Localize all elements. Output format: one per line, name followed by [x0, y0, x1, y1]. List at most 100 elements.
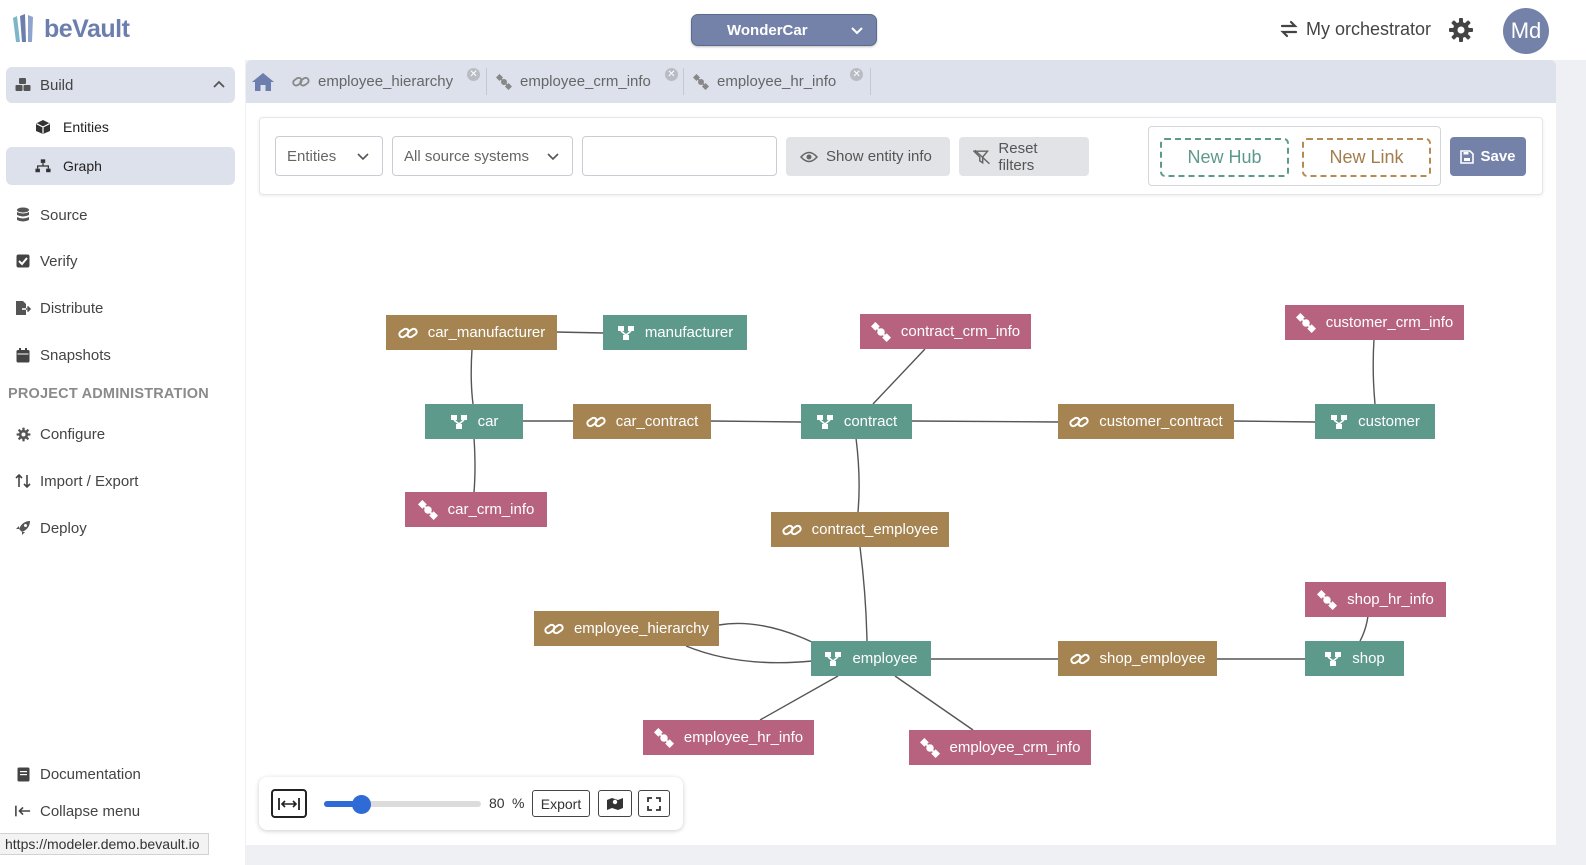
graph-node-manufacturer[interactable]: manufacturer: [603, 315, 747, 350]
node-label: employee: [852, 650, 918, 667]
satellite-icon: [1295, 312, 1316, 333]
fullscreen-button[interactable]: [638, 790, 670, 817]
eye-icon: [800, 151, 818, 162]
minimap-button[interactable]: [598, 790, 632, 817]
expand-icon: [647, 796, 661, 811]
link-icon: [1069, 653, 1090, 664]
graph-node-contract[interactable]: contract: [801, 404, 912, 439]
link-icon: [398, 327, 418, 338]
node-label: contract: [843, 413, 898, 430]
logo-text: beVault: [44, 14, 130, 43]
entity-type-select[interactable]: Entities: [275, 136, 383, 176]
chevron-down-icon: [357, 153, 369, 161]
graph-node-car[interactable]: car: [425, 404, 523, 439]
source-system-value: All source systems: [404, 147, 530, 165]
show-entity-info-button[interactable]: Show entity info: [786, 137, 950, 176]
tab-divider: [486, 68, 487, 95]
graph-node-employee-crm-info[interactable]: employee_crm_info: [909, 730, 1091, 765]
search-input[interactable]: [582, 136, 777, 176]
sidebar-item-configure[interactable]: Configure: [6, 416, 235, 452]
sort-arrows-icon: [15, 473, 31, 489]
link-icon: [781, 524, 802, 535]
graph-node-employee[interactable]: employee: [811, 641, 931, 676]
graph-node-car-crm-info[interactable]: car_crm_info: [405, 492, 547, 527]
graph-node-shop[interactable]: shop: [1305, 641, 1404, 676]
close-tab-icon[interactable]: ✕: [467, 68, 481, 81]
node-label: shop_employee: [1099, 650, 1206, 667]
sidebar-item-label: Collapse menu: [40, 802, 141, 820]
section-title-project-administration: PROJECT ADMINISTRATION: [8, 386, 209, 402]
sidebar-item-snapshots[interactable]: Snapshots: [6, 337, 235, 373]
tab-employee-hr-info[interactable]: employee_hr_info ✕: [693, 68, 864, 95]
new-link-button[interactable]: New Link: [1302, 138, 1431, 177]
save-button[interactable]: Save: [1450, 137, 1526, 176]
new-hub-button[interactable]: New Hub: [1160, 138, 1289, 177]
sidebar-item-source[interactable]: Source: [6, 197, 235, 233]
sidebar-item-entities[interactable]: Entities: [6, 109, 235, 145]
node-label: car_manufacturer: [427, 324, 546, 341]
graph-node-shop-employee[interactable]: shop_employee: [1058, 641, 1217, 676]
export-button[interactable]: Export: [532, 790, 590, 817]
tab-divider: [683, 68, 684, 95]
node-label: contract_crm_info: [900, 323, 1021, 340]
sidebar-item-documentation[interactable]: Documentation: [6, 756, 235, 792]
chevron-down-icon: [851, 27, 863, 35]
fit-width-icon: [278, 797, 300, 810]
user-avatar[interactable]: Md: [1503, 8, 1549, 54]
fit-width-button[interactable]: [271, 789, 307, 818]
sidebar-item-label: Verify: [40, 252, 78, 270]
tab-label: employee_hierarchy: [318, 73, 454, 90]
project-name: WonderCar: [727, 21, 808, 39]
close-tab-icon[interactable]: ✕: [850, 68, 864, 81]
orchestrator-button[interactable]: My orchestrator: [1278, 18, 1431, 40]
graph-node-employee-hierarchy[interactable]: employee_hierarchy: [534, 611, 719, 646]
graph-node-customer-contract[interactable]: customer_contract: [1058, 404, 1234, 439]
sidebar-item-build[interactable]: Build: [6, 67, 235, 103]
chevron-down-icon: [547, 153, 559, 161]
source-system-select[interactable]: All source systems: [392, 136, 573, 176]
sidebar-item-collapse-menu[interactable]: Collapse menu: [6, 793, 235, 829]
sidebar-item-label: Deploy: [40, 519, 87, 537]
graph-node-contract-crm-info[interactable]: contract_crm_info: [860, 314, 1031, 349]
node-label: employee_hr_info: [683, 729, 804, 746]
zoom-slider-thumb[interactable]: [352, 795, 371, 814]
status-bar-url: https://modeler.demo.bevault.io: [0, 833, 209, 855]
project-select[interactable]: WonderCar: [691, 14, 877, 46]
graph-node-customer-crm-info[interactable]: customer_crm_info: [1285, 305, 1464, 340]
close-tab-icon[interactable]: ✕: [664, 68, 678, 81]
sidebar-item-import-export[interactable]: Import / Export: [6, 463, 235, 499]
button-label: Save: [1480, 148, 1516, 165]
graph-node-car-contract[interactable]: car_contract: [573, 404, 711, 439]
sidebar-item-deploy[interactable]: Deploy: [6, 510, 235, 546]
graph-workspace[interactable]: [246, 103, 1556, 845]
graph-node-car-manufacturer[interactable]: car_manufacturer: [386, 315, 557, 350]
entity-type-value: Entities: [287, 147, 337, 165]
top-bar: beVault WonderCar My orchestrator Md: [0, 0, 1586, 60]
graph-node-shop-hr-info[interactable]: shop_hr_info: [1305, 582, 1446, 617]
graph-node-contract-employee[interactable]: contract_employee: [771, 512, 949, 547]
graph-node-employee-hr-info[interactable]: employee_hr_info: [643, 720, 814, 755]
graph-node-customer[interactable]: customer: [1315, 404, 1435, 439]
sidebar-item-verify[interactable]: Verify: [6, 243, 235, 279]
link-icon: [292, 76, 310, 86]
collapse-arrow-icon: [15, 803, 31, 819]
satellite-icon: [417, 499, 438, 520]
settings-gear-icon[interactable]: [1448, 17, 1474, 47]
satellite-icon: [1317, 589, 1338, 610]
reset-filters-button[interactable]: Reset filters: [959, 137, 1089, 176]
map-icon: [607, 797, 623, 810]
node-label: customer: [1358, 413, 1420, 430]
home-tab-icon[interactable]: [250, 71, 276, 97]
sidebar-item-label: Source: [40, 206, 88, 224]
tab-employee-crm-info[interactable]: employee_crm_info ✕: [496, 68, 678, 95]
hub-icon: [1331, 414, 1348, 429]
hub-icon: [450, 414, 467, 429]
node-label: car: [477, 413, 499, 430]
app-logo[interactable]: beVault: [10, 12, 130, 46]
satellite-icon: [870, 321, 891, 342]
database-icon: [15, 207, 31, 223]
sidebar-item-graph[interactable]: Graph: [6, 147, 235, 185]
tab-employee-hierarchy[interactable]: employee_hierarchy ✕: [292, 68, 481, 95]
gear-icon: [15, 426, 31, 442]
sidebar-item-distribute[interactable]: Distribute: [6, 290, 235, 326]
